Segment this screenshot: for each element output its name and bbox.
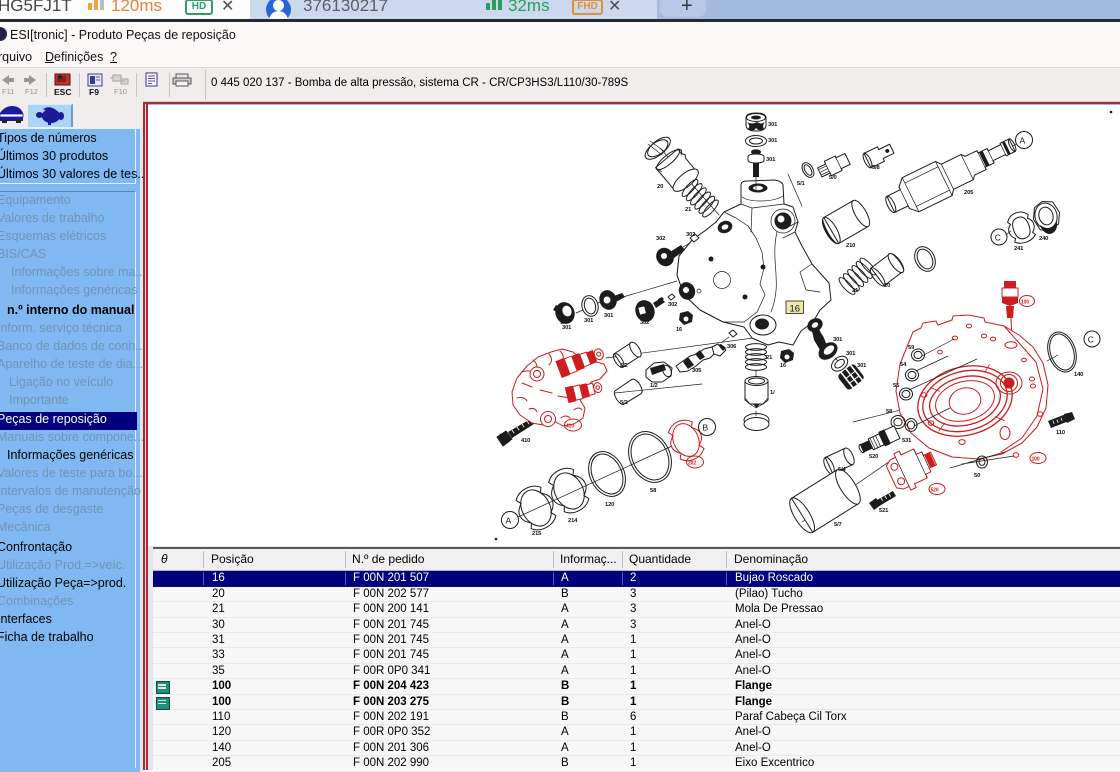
svg-text:302: 302 bbox=[668, 302, 677, 308]
svg-text:301: 301 bbox=[604, 313, 614, 319]
svg-text:5/0: 5/0 bbox=[829, 175, 837, 181]
svg-text:A: A bbox=[1020, 136, 1026, 146]
svg-text:531: 531 bbox=[902, 438, 912, 444]
svg-text:305: 305 bbox=[692, 368, 702, 374]
svg-text:301: 301 bbox=[833, 337, 843, 343]
svg-text:301: 301 bbox=[768, 122, 778, 128]
svg-text:C: C bbox=[995, 233, 1001, 243]
svg-text:120: 120 bbox=[605, 502, 614, 508]
svg-text:520: 520 bbox=[931, 488, 939, 494]
svg-text:16: 16 bbox=[780, 363, 786, 369]
svg-text:241: 241 bbox=[1014, 246, 1024, 252]
svg-text:21: 21 bbox=[766, 355, 773, 361]
svg-text:302: 302 bbox=[640, 320, 649, 326]
svg-text:5/2: 5/2 bbox=[620, 400, 628, 406]
svg-text:54: 54 bbox=[900, 362, 907, 368]
svg-text:302: 302 bbox=[686, 232, 695, 238]
svg-text:301: 301 bbox=[857, 363, 867, 369]
svg-text:100: 100 bbox=[1032, 457, 1040, 463]
svg-text:16: 16 bbox=[790, 304, 801, 315]
svg-text:301: 301 bbox=[584, 318, 594, 324]
svg-text:50: 50 bbox=[974, 473, 980, 479]
svg-text:21: 21 bbox=[685, 207, 692, 213]
svg-text:210: 210 bbox=[846, 243, 855, 249]
svg-text:C: C bbox=[1088, 335, 1094, 345]
svg-text:B: B bbox=[703, 423, 709, 433]
svg-text:214: 214 bbox=[568, 518, 578, 524]
svg-text:1/: 1/ bbox=[770, 390, 775, 396]
svg-text:5/1: 5/1 bbox=[797, 181, 806, 187]
svg-text:5/7: 5/7 bbox=[834, 522, 842, 528]
svg-text:5/2: 5/2 bbox=[620, 363, 628, 369]
svg-text:301: 301 bbox=[846, 351, 856, 357]
svg-text:110: 110 bbox=[1056, 430, 1065, 436]
svg-text:58: 58 bbox=[886, 409, 893, 415]
svg-text:58: 58 bbox=[650, 488, 657, 494]
svg-text:410: 410 bbox=[566, 424, 574, 430]
svg-text:306: 306 bbox=[727, 344, 737, 350]
svg-text:520: 520 bbox=[869, 454, 878, 460]
svg-text:301: 301 bbox=[768, 138, 778, 144]
svg-text:55: 55 bbox=[893, 383, 900, 389]
svg-text:21: 21 bbox=[852, 288, 859, 294]
svg-text:521: 521 bbox=[879, 508, 889, 514]
svg-text:215: 215 bbox=[532, 531, 542, 537]
svg-text:20: 20 bbox=[884, 283, 890, 289]
svg-text:202: 202 bbox=[688, 461, 696, 467]
svg-text:410: 410 bbox=[521, 438, 530, 444]
svg-text:5/8: 5/8 bbox=[872, 165, 881, 171]
svg-text:301: 301 bbox=[766, 157, 776, 163]
svg-text:140: 140 bbox=[1074, 372, 1083, 378]
svg-text:100: 100 bbox=[1021, 300, 1029, 306]
svg-text:240: 240 bbox=[1039, 236, 1048, 242]
svg-text:205: 205 bbox=[964, 190, 974, 196]
svg-text:A: A bbox=[506, 516, 512, 526]
svg-text:16: 16 bbox=[676, 327, 682, 333]
svg-text:5/4: 5/4 bbox=[838, 467, 847, 473]
svg-text:301: 301 bbox=[562, 325, 572, 331]
svg-text:59: 59 bbox=[908, 345, 915, 351]
svg-text:20: 20 bbox=[657, 184, 663, 190]
svg-text:302: 302 bbox=[656, 236, 665, 242]
svg-text:1/2: 1/2 bbox=[650, 383, 658, 389]
